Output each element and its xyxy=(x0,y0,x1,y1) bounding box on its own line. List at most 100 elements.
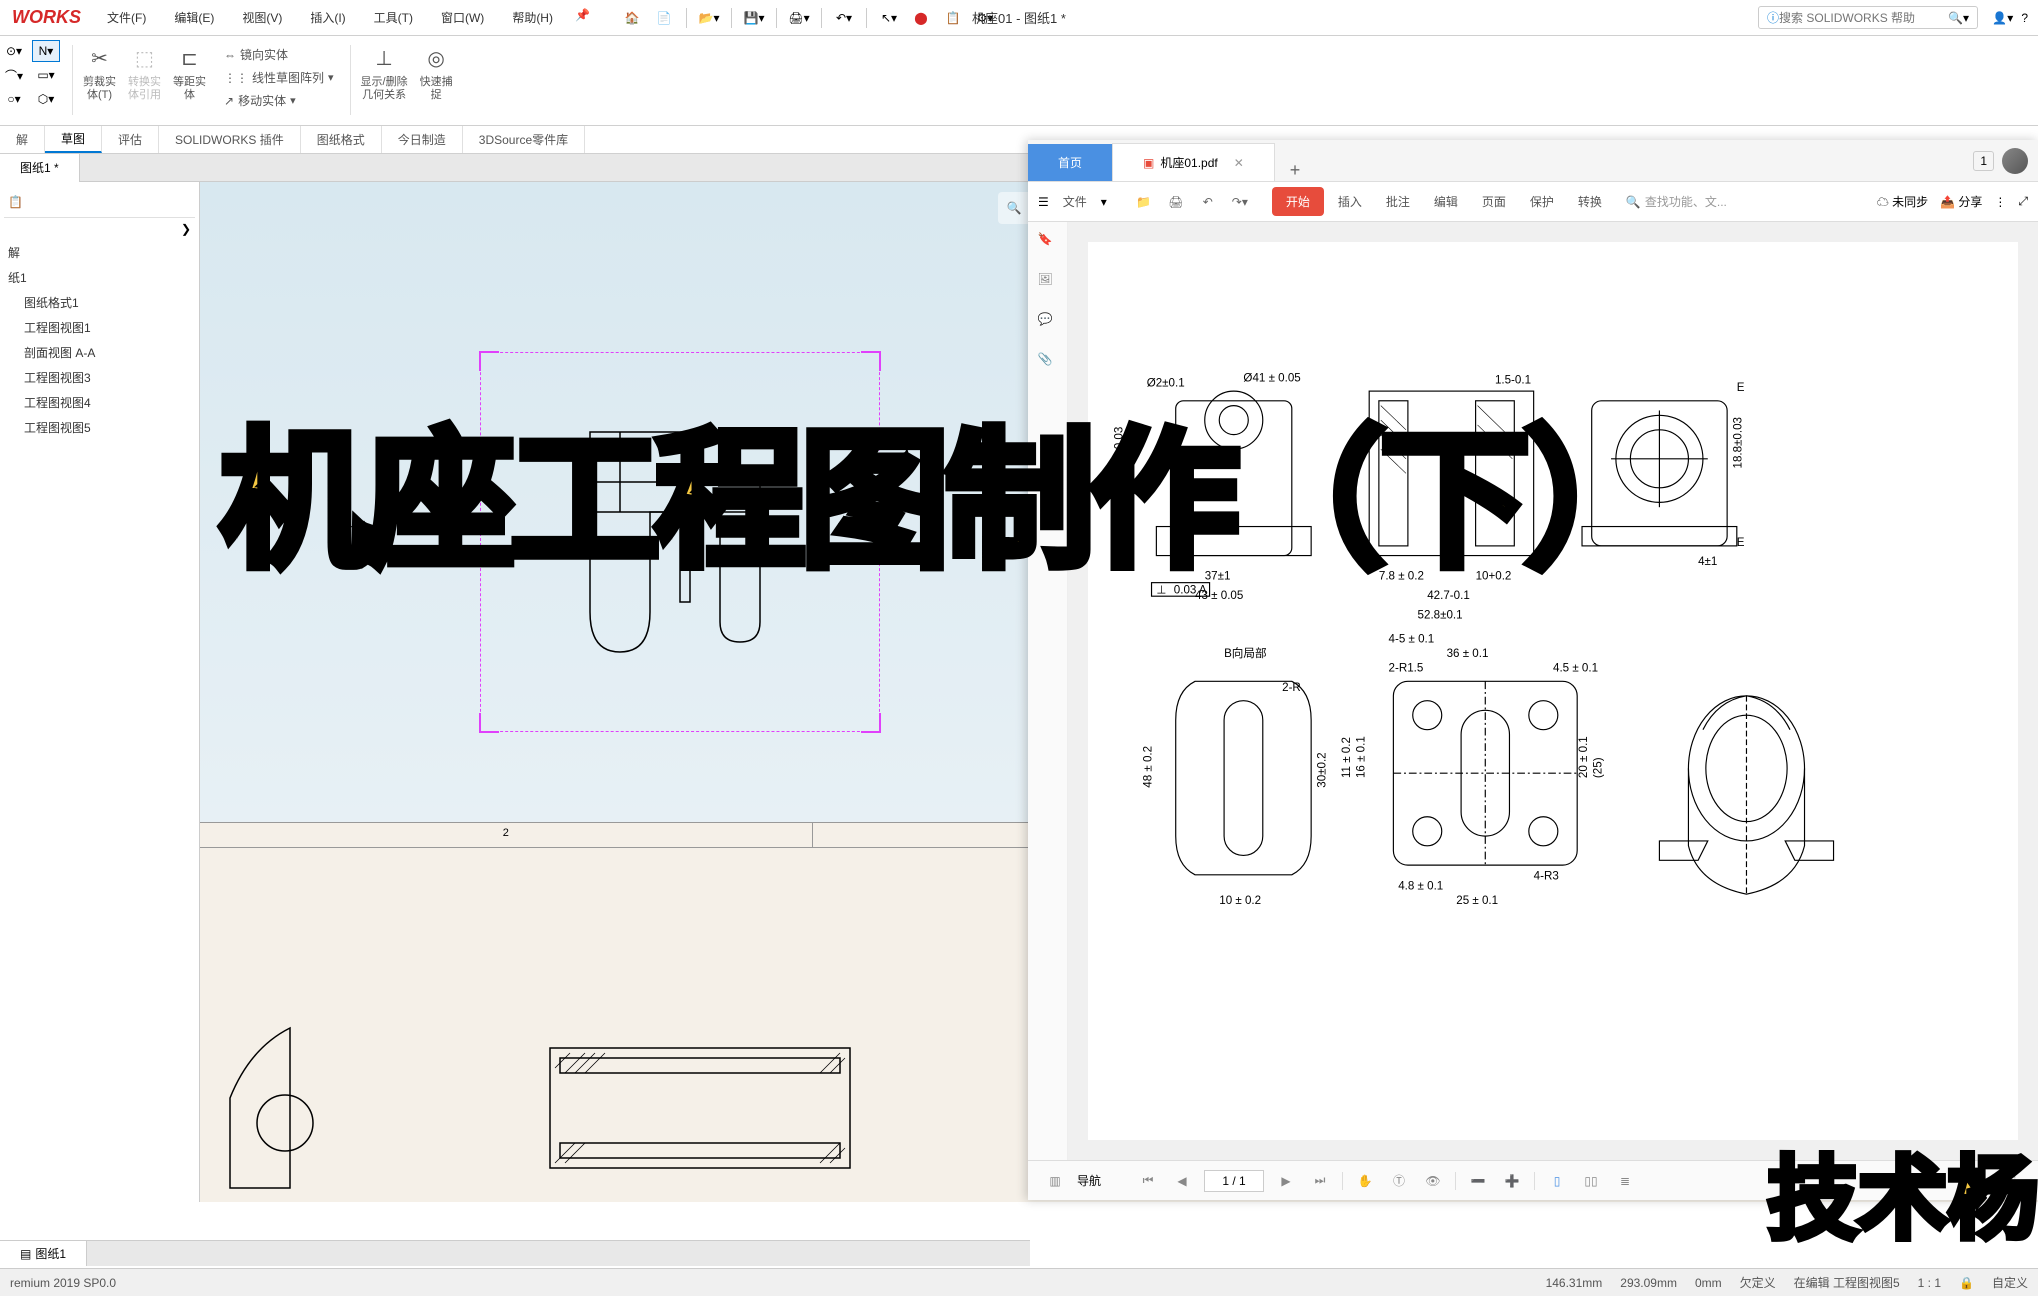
document-tab[interactable]: 图纸1 * xyxy=(0,154,80,182)
open-icon[interactable]: 📂▾ xyxy=(695,4,723,32)
menu-view[interactable]: 视图(V) xyxy=(228,0,296,36)
bookmark-icon[interactable]: 🔖 xyxy=(1038,232,1058,252)
dropdown-icon[interactable]: ▾ xyxy=(1101,195,1107,209)
tree-tool-icon[interactable]: 📋 xyxy=(8,195,23,209)
pdf-annotate-menu[interactable]: 批注 xyxy=(1376,187,1420,216)
tree-root[interactable]: 解 xyxy=(4,240,195,265)
pdf-edit-menu[interactable]: 编辑 xyxy=(1424,187,1468,216)
single-page-icon[interactable]: ▯ xyxy=(1545,1169,1569,1193)
view-icon[interactable]: 👁 xyxy=(1421,1169,1445,1193)
menu-tools[interactable]: 工具(T) xyxy=(360,0,427,36)
pdf-start-menu[interactable]: 开始 xyxy=(1272,187,1324,216)
tree-item[interactable]: 工程图视图1 xyxy=(4,315,195,340)
tool-rect[interactable]: ▭▾ xyxy=(32,64,60,86)
tab-format[interactable]: 图纸格式 xyxy=(301,126,382,153)
print-icon[interactable]: 🖨 xyxy=(1162,188,1190,216)
sidebar-toggle-icon[interactable]: ▥ xyxy=(1043,1169,1067,1193)
question-icon[interactable]: ? xyxy=(2021,11,2028,25)
pdf-convert-menu[interactable]: 转换 xyxy=(1568,187,1612,216)
first-page-icon[interactable]: ⏮ xyxy=(1136,1169,1160,1193)
print-icon[interactable]: 🖨▾ xyxy=(785,4,813,32)
tool-ellipse[interactable]: ○▾ xyxy=(0,88,28,110)
tree-collapse-icon[interactable]: ❯ xyxy=(181,222,191,236)
pdf-protect-menu[interactable]: 保护 xyxy=(1520,187,1564,216)
tree-item[interactable]: 工程图视图5 xyxy=(4,415,195,440)
pdf-insert-menu[interactable]: 插入 xyxy=(1328,187,1372,216)
search-input[interactable] xyxy=(1779,11,1948,25)
next-page-icon[interactable]: ▶ xyxy=(1274,1169,1298,1193)
undo-icon[interactable]: ↶▾ xyxy=(830,4,858,32)
feature-tree[interactable]: 📋 ❯ 解 纸1 图纸格式1 工程图视图1 剖面视图 A-A 工程图视图3 工程… xyxy=(0,182,200,1202)
tool-line[interactable]: N▾ xyxy=(32,40,60,62)
menu-icon[interactable]: ☰ xyxy=(1038,195,1049,209)
user-avatar[interactable] xyxy=(2002,148,2028,174)
menu-file[interactable]: 文件(F) xyxy=(93,0,160,36)
sync-button[interactable]: ☁ 未同步 xyxy=(1877,193,1928,210)
menu-window[interactable]: 窗口(W) xyxy=(427,0,498,36)
pdf-home-tab[interactable]: 首页 xyxy=(1028,144,1112,181)
prev-page-icon[interactable]: ◀ xyxy=(1170,1169,1194,1193)
search-box[interactable]: ⓘ 🔍▾ xyxy=(1758,6,1978,29)
tab-parts[interactable]: 3DSource零件库 xyxy=(463,126,585,153)
page-input[interactable] xyxy=(1204,1170,1264,1192)
redo-icon[interactable]: ↷▾ xyxy=(1226,188,1254,216)
tab-sketch[interactable]: 草图 xyxy=(45,126,102,153)
hand-icon[interactable]: ✋ xyxy=(1353,1169,1377,1193)
share-button[interactable]: 📤 分享 xyxy=(1940,193,1982,210)
tab-today[interactable]: 今日制造 xyxy=(382,126,463,153)
continuous-icon[interactable]: ≣ xyxy=(1613,1169,1637,1193)
menu-help[interactable]: 帮助(H) xyxy=(498,0,567,36)
pdf-file-menu[interactable]: 文件 xyxy=(1053,187,1097,216)
tree-item[interactable]: 图纸格式1 xyxy=(4,290,195,315)
tab-annotate[interactable]: 解 xyxy=(0,126,45,153)
tree-item[interactable]: 工程图视图4 xyxy=(4,390,195,415)
zoom-out-icon[interactable]: ➖ xyxy=(1466,1169,1490,1193)
trim-button[interactable]: ✂ 剪裁实 体(T) xyxy=(77,40,122,104)
mirror-button[interactable]: ⇔镜向实体 xyxy=(220,44,338,65)
folder-icon[interactable]: 📁 xyxy=(1130,188,1158,216)
thumbnail-icon[interactable]: 🖼 xyxy=(1038,272,1058,292)
status-lock-icon[interactable]: 🔒 xyxy=(1959,1276,1974,1290)
pdf-file-tab[interactable]: ▣ 机座01.pdf ✕ xyxy=(1112,143,1275,181)
zoom-icon[interactable]: 🔍 xyxy=(1002,196,1026,220)
pdf-viewer-window[interactable]: 首页 ▣ 机座01.pdf ✕ + 1 ☰ 文件 ▾ 📁 🖨 ↶ ↷▾ 开始 插… xyxy=(1028,140,2038,1200)
search-icon[interactable]: 🔍▾ xyxy=(1948,11,1969,25)
home-icon[interactable]: 🏠 xyxy=(618,4,646,32)
undo-icon[interactable]: ↶ xyxy=(1194,188,1222,216)
tree-sheet[interactable]: 纸1 xyxy=(4,265,195,290)
comment-icon[interactable]: 💬 xyxy=(1038,312,1058,332)
two-page-icon[interactable]: ▯▯ xyxy=(1579,1169,1603,1193)
save-icon[interactable]: 💾▾ xyxy=(740,4,768,32)
select-text-icon[interactable]: Ⓣ xyxy=(1387,1169,1411,1193)
user-icon[interactable]: 👤▾ xyxy=(1992,11,2013,25)
zoom-in-icon[interactable]: ➕ xyxy=(1500,1169,1524,1193)
tab-close-icon[interactable]: ✕ xyxy=(1234,156,1244,170)
pdf-search[interactable]: 🔍 查找功能、文... xyxy=(1626,193,1727,210)
tab-evaluate[interactable]: 评估 xyxy=(102,126,159,153)
status-scale[interactable]: 1 : 1 xyxy=(1918,1276,1941,1290)
more-icon[interactable]: ⋮ xyxy=(1994,195,2006,209)
add-tab-icon[interactable]: + xyxy=(1275,160,1316,181)
select-icon[interactable]: ↖▾ xyxy=(875,4,903,32)
sheet-tab[interactable]: ▤ 图纸1 xyxy=(0,1241,87,1266)
tool-poly[interactable]: ⬡▾ xyxy=(32,88,60,110)
menu-insert[interactable]: 插入(I) xyxy=(296,0,359,36)
tree-item[interactable]: 剖面视图 A-A xyxy=(4,340,195,365)
expand-icon[interactable]: ⤢ xyxy=(2018,194,2028,209)
last-page-icon[interactable]: ⏭ xyxy=(1308,1169,1332,1193)
tab-plugins[interactable]: SOLIDWORKS 插件 xyxy=(159,126,301,153)
tool-arc[interactable]: ⊙▾ xyxy=(0,40,28,62)
pin-icon[interactable]: 📌 xyxy=(575,8,595,28)
new-icon[interactable]: 📄 xyxy=(650,4,678,32)
status-custom[interactable]: 自定义 xyxy=(1992,1274,2028,1291)
pattern-button[interactable]: ⋮⋮线性草图阵列▾ xyxy=(220,67,338,88)
tree-item[interactable]: 工程图视图3 xyxy=(4,365,195,390)
rebuild-icon[interactable]: ⬤ xyxy=(907,4,935,32)
pdf-page-menu[interactable]: 页面 xyxy=(1472,187,1516,216)
tool-spline[interactable]: ⌒▾ xyxy=(0,64,28,86)
quick-button[interactable]: ◎ 快速捕 捉 xyxy=(414,40,459,104)
attachment-icon[interactable]: 📎 xyxy=(1038,352,1058,372)
menu-edit[interactable]: 编辑(E) xyxy=(160,0,228,36)
offset-button[interactable]: ⊏ 等距实 体 xyxy=(167,40,212,104)
options-icon[interactable]: 📋 xyxy=(939,4,967,32)
